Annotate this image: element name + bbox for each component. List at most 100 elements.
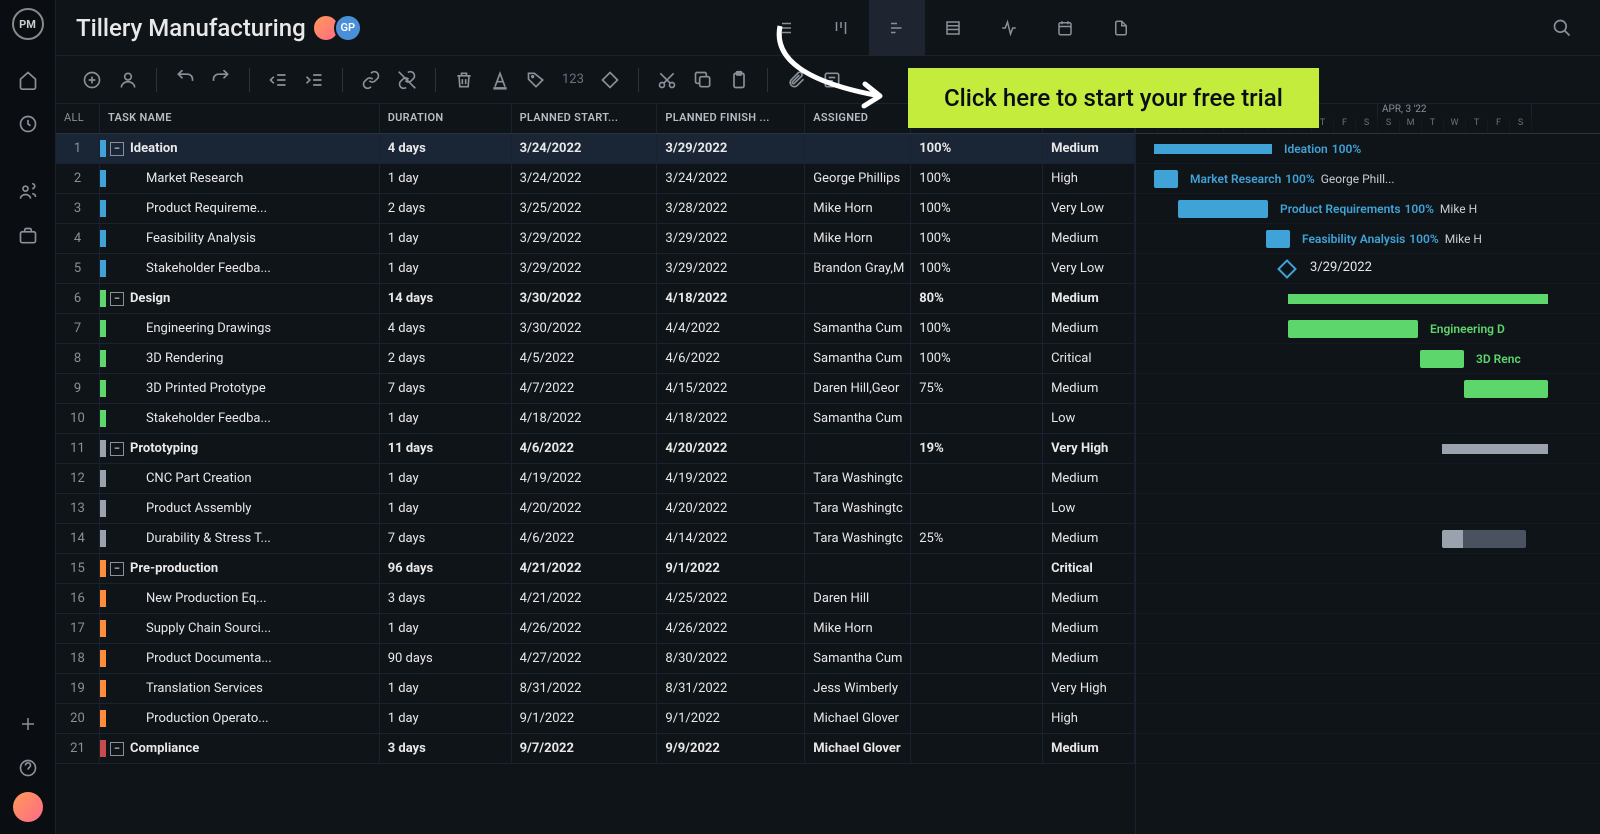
duration-cell[interactable]: 7 days (380, 374, 512, 403)
assigned-cell[interactable]: Michael Glover (805, 734, 911, 763)
task-name-cell[interactable]: 3D Rendering (100, 344, 380, 373)
gantt-bar[interactable] (1442, 530, 1526, 548)
finish-cell[interactable]: 3/29/2022 (657, 134, 805, 163)
duration-cell[interactable]: 4 days (380, 314, 512, 343)
col-all[interactable]: ALL (56, 104, 100, 133)
priority-cell[interactable]: Medium (1043, 734, 1135, 763)
start-cell[interactable]: 9/7/2022 (512, 734, 658, 763)
assign-icon[interactable] (112, 64, 144, 96)
assigned-cell[interactable]: Mike Horn (805, 614, 911, 643)
start-cell[interactable]: 9/1/2022 (512, 704, 658, 733)
task-row[interactable]: 5Stakeholder Feedba...1 day3/29/20223/29… (56, 254, 1135, 284)
gantt-row[interactable] (1136, 494, 1600, 524)
priority-cell[interactable]: High (1043, 704, 1135, 733)
task-row[interactable]: 6−Design14 days3/30/20224/18/202280%Medi… (56, 284, 1135, 314)
task-row[interactable]: 21−Compliance3 days9/7/20229/9/2022Micha… (56, 734, 1135, 764)
col-start[interactable]: PLANNED START... (512, 104, 658, 133)
finish-cell[interactable]: 4/6/2022 (657, 344, 805, 373)
priority-cell[interactable]: Low (1043, 494, 1135, 523)
help-icon[interactable] (8, 748, 48, 788)
percent-cell[interactable]: 75% (911, 374, 1043, 403)
finish-cell[interactable]: 4/20/2022 (657, 494, 805, 523)
gantt-row[interactable]: 3D Renc (1136, 344, 1600, 374)
gantt-row[interactable] (1136, 704, 1600, 734)
priority-cell[interactable]: Medium (1043, 224, 1135, 253)
assigned-cell[interactable]: Samantha Cum (805, 344, 911, 373)
task-row[interactable]: 13Product Assembly1 day4/20/20224/20/202… (56, 494, 1135, 524)
start-cell[interactable]: 4/20/2022 (512, 494, 658, 523)
task-row[interactable]: 16New Production Eq...3 days4/21/20224/2… (56, 584, 1135, 614)
task-name-cell[interactable]: −Prototyping (100, 434, 380, 463)
percent-cell[interactable] (911, 554, 1043, 583)
percent-cell[interactable]: 100% (911, 344, 1043, 373)
finish-cell[interactable]: 4/19/2022 (657, 464, 805, 493)
view-calendar-icon[interactable] (1037, 0, 1093, 56)
view-files-icon[interactable] (1093, 0, 1149, 56)
gantt-chart[interactable]: к, 20 '22MAR, 27 '22APR, 3 '22 WTFSSMTWT… (1136, 104, 1600, 834)
task-row[interactable]: 20Production Operato...1 day9/1/20229/1/… (56, 704, 1135, 734)
finish-cell[interactable]: 9/1/2022 (657, 554, 805, 583)
percent-cell[interactable]: 19% (911, 434, 1043, 463)
duration-cell[interactable]: 1 day (380, 404, 512, 433)
percent-cell[interactable]: 100% (911, 254, 1043, 283)
task-name-cell[interactable]: Market Research (100, 164, 380, 193)
col-duration[interactable]: DURATION (380, 104, 512, 133)
gantt-row[interactable]: Product Requirements100%Mike H (1136, 194, 1600, 224)
priority-cell[interactable]: Medium (1043, 314, 1135, 343)
user-avatar[interactable] (13, 792, 43, 822)
task-name-cell[interactable]: Supply Chain Sourci... (100, 614, 380, 643)
task-name-cell[interactable]: Stakeholder Feedba... (100, 404, 380, 433)
finish-cell[interactable]: 4/26/2022 (657, 614, 805, 643)
percent-cell[interactable] (911, 494, 1043, 523)
assigned-cell[interactable]: Brandon Gray,M (805, 254, 911, 283)
priority-cell[interactable]: Medium (1043, 584, 1135, 613)
duration-cell[interactable]: 2 days (380, 194, 512, 223)
gantt-bar[interactable] (1288, 294, 1548, 304)
duration-cell[interactable]: 7 days (380, 524, 512, 553)
task-name-cell[interactable]: 3D Printed Prototype (100, 374, 380, 403)
redo-icon[interactable] (205, 64, 237, 96)
member-avatars[interactable]: GP (318, 14, 362, 42)
gantt-bar[interactable]: Market Research100%George Phill... (1154, 170, 1178, 188)
priority-cell[interactable]: Very Low (1043, 254, 1135, 283)
percent-cell[interactable] (911, 464, 1043, 493)
indent-icon[interactable] (298, 64, 330, 96)
task-row[interactable]: 17Supply Chain Sourci...1 day4/26/20224/… (56, 614, 1135, 644)
assigned-cell[interactable]: Michael Glover (805, 704, 911, 733)
task-name-cell[interactable]: Durability & Stress T... (100, 524, 380, 553)
finish-cell[interactable]: 4/18/2022 (657, 404, 805, 433)
gantt-row[interactable] (1136, 614, 1600, 644)
duration-cell[interactable]: 1 day (380, 224, 512, 253)
assigned-cell[interactable] (805, 134, 911, 163)
percent-cell[interactable]: 100% (911, 314, 1043, 343)
assigned-cell[interactable]: Daren Hill (805, 584, 911, 613)
start-cell[interactable]: 4/27/2022 (512, 644, 658, 673)
percent-cell[interactable]: 100% (911, 194, 1043, 223)
priority-cell[interactable]: Very High (1043, 434, 1135, 463)
gantt-bar[interactable] (1464, 380, 1548, 398)
priority-cell[interactable]: Critical (1043, 344, 1135, 373)
percent-cell[interactable] (911, 734, 1043, 763)
home-icon[interactable] (8, 60, 48, 100)
view-board-icon[interactable] (813, 0, 869, 56)
start-cell[interactable]: 4/6/2022 (512, 524, 658, 553)
start-cell[interactable]: 4/21/2022 (512, 584, 658, 613)
gantt-row[interactable] (1136, 584, 1600, 614)
assigned-cell[interactable] (805, 434, 911, 463)
priority-cell[interactable]: Medium (1043, 374, 1135, 403)
percent-cell[interactable] (911, 674, 1043, 703)
percent-cell[interactable] (911, 404, 1043, 433)
percent-cell[interactable]: 25% (911, 524, 1043, 553)
assigned-cell[interactable]: Tara Washingtc (805, 494, 911, 523)
copy-icon[interactable] (687, 64, 719, 96)
gantt-row[interactable] (1136, 404, 1600, 434)
task-row[interactable]: 93D Printed Prototype7 days4/7/20224/15/… (56, 374, 1135, 404)
duration-cell[interactable]: 1 day (380, 164, 512, 193)
priority-cell[interactable]: Medium (1043, 614, 1135, 643)
task-row[interactable]: 12CNC Part Creation1 day4/19/20224/19/20… (56, 464, 1135, 494)
add-icon[interactable] (8, 704, 48, 744)
percent-cell[interactable] (911, 584, 1043, 613)
finish-cell[interactable]: 3/29/2022 (657, 224, 805, 253)
start-cell[interactable]: 8/31/2022 (512, 674, 658, 703)
task-row[interactable]: 1−Ideation4 days3/24/20223/29/2022100%Me… (56, 134, 1135, 164)
